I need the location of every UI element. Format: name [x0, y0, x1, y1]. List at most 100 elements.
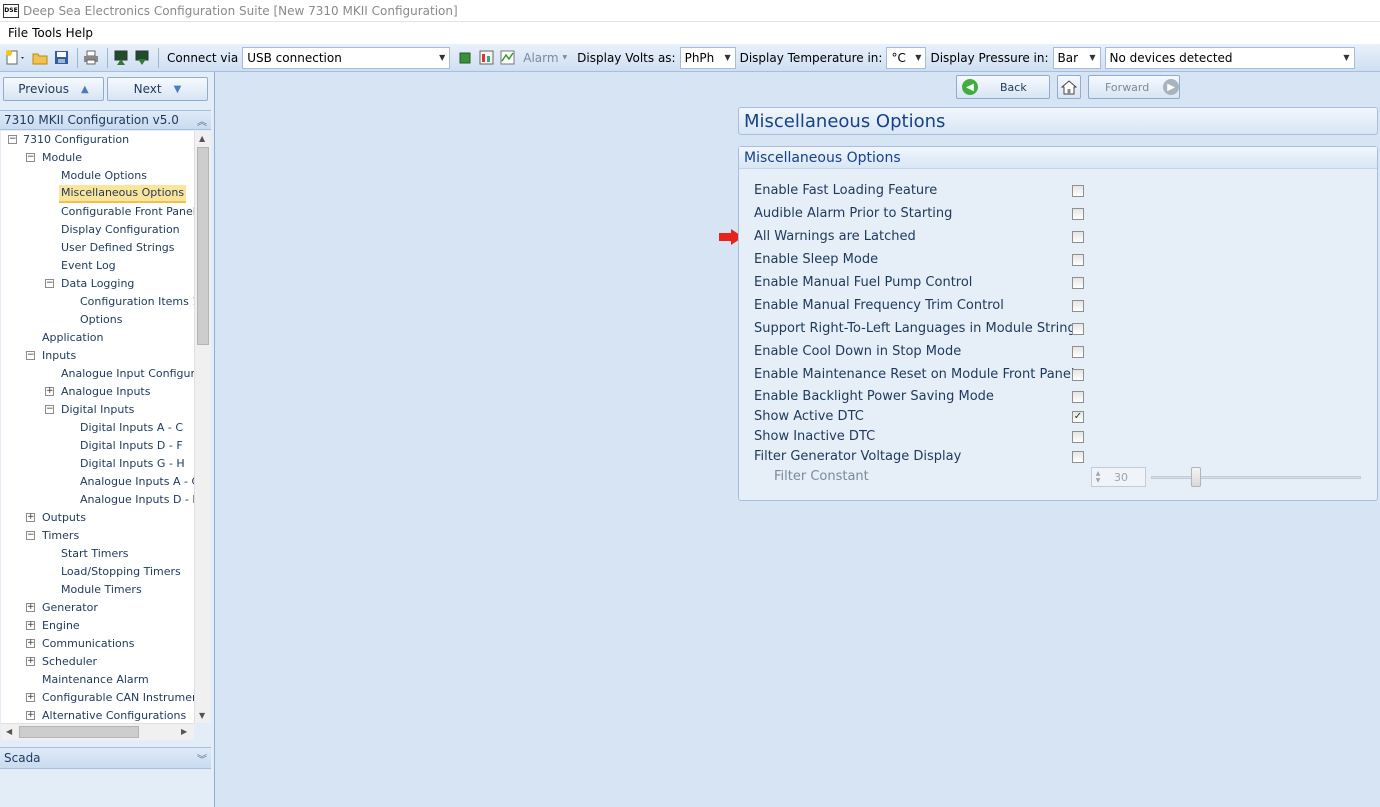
expand-plus-icon[interactable]: +	[26, 621, 35, 630]
expand-plus-icon[interactable]: +	[26, 603, 35, 612]
scada-header[interactable]: Scada ︾	[0, 747, 211, 769]
tree-item[interactable]: Digital Inputs G - H	[1, 455, 194, 473]
menu-file[interactable]: File	[8, 26, 28, 40]
scroll-thumb[interactable]	[197, 147, 209, 345]
tree-item[interactable]: Application	[1, 329, 194, 347]
slider-thumb[interactable]	[1191, 467, 1201, 487]
save-icon[interactable]	[52, 49, 70, 67]
forward-button[interactable]: Forward ▶	[1088, 75, 1180, 99]
tree-item[interactable]: Configurable Front Panel	[1, 203, 194, 221]
option-checkbox[interactable]	[1072, 300, 1084, 312]
scroll-right-icon[interactable]: ▶	[181, 727, 187, 736]
scroll-down-icon[interactable]: ▼	[199, 711, 205, 720]
tree-item[interactable]: + Scheduler	[1, 653, 194, 671]
tree-item[interactable]: −7310 Configuration	[1, 131, 194, 149]
tree-item[interactable]: − Timers	[1, 527, 194, 545]
tree-item[interactable]: Digital Inputs A - C	[1, 419, 194, 437]
expand-plus-icon[interactable]: +	[26, 657, 35, 666]
tree-item[interactable]: Module Options	[1, 167, 194, 185]
tree-item[interactable]: Analogue Inputs D - F	[1, 491, 194, 509]
collapse-minus-icon[interactable]: −	[26, 351, 35, 360]
expand-plus-icon[interactable]: +	[26, 711, 35, 720]
collapse-minus-icon[interactable]: −	[8, 135, 17, 144]
tree-item[interactable]: Display Configuration	[1, 221, 194, 239]
tree-item[interactable]: Event Log	[1, 257, 194, 275]
tree-item[interactable]: Configuration Items 1	[1, 293, 194, 311]
alarm-menu[interactable]: Alarm	[523, 51, 558, 65]
expand-plus-icon[interactable]: +	[45, 387, 54, 396]
tree-item-label: Inputs	[42, 349, 77, 362]
expand-plus-icon[interactable]: +	[26, 639, 35, 648]
tree-item[interactable]: − Inputs	[1, 347, 194, 365]
configuration-header[interactable]: 7310 MKII Configuration v5.0 ︽	[0, 110, 211, 130]
tree-item[interactable]: + Alternative Configurations	[1, 707, 194, 723]
tree-item[interactable]: Maintenance Alarm	[1, 671, 194, 689]
expand-plus-icon[interactable]: +	[26, 693, 35, 702]
tree-item[interactable]: − Module	[1, 149, 194, 167]
scope-icon[interactable]	[498, 49, 516, 67]
tree-item[interactable]: Analogue Inputs A - C	[1, 473, 194, 491]
tree-item[interactable]: Options	[1, 311, 194, 329]
option-checkbox[interactable]	[1072, 254, 1084, 266]
device-select[interactable]: No devices detected ▼	[1104, 46, 1355, 69]
option-checkbox[interactable]	[1072, 231, 1084, 243]
tree-item[interactable]: User Defined Strings	[1, 239, 194, 257]
spinner-arrows-icon[interactable]: ▲ ▼	[1092, 470, 1104, 484]
volts-select[interactable]: PhPh ▼	[679, 46, 736, 69]
tree-item[interactable]: + Engine	[1, 617, 194, 635]
connect-icon[interactable]	[456, 49, 474, 67]
option-checkbox[interactable]	[1072, 323, 1084, 335]
option-checkbox[interactable]	[1072, 431, 1084, 443]
tree-item[interactable]: Analogue Input Configura	[1, 365, 194, 383]
open-folder-icon[interactable]	[31, 49, 49, 67]
collapse-minus-icon[interactable]: −	[26, 153, 35, 162]
tree-item[interactable]: + Analogue Inputs	[1, 383, 194, 401]
tree-horizontal-scrollbar[interactable]: ◀ ▶	[1, 723, 194, 740]
option-checkbox[interactable]	[1072, 277, 1084, 289]
scroll-thumb[interactable]	[19, 726, 139, 738]
tree-item[interactable]: + Generator	[1, 599, 194, 617]
connection-select[interactable]: USB connection ▼	[242, 46, 451, 69]
scroll-left-icon[interactable]: ◀	[6, 727, 12, 736]
option-checkbox[interactable]	[1072, 369, 1084, 381]
collapse-minus-icon[interactable]: −	[45, 279, 54, 288]
tree-item[interactable]: Digital Inputs D - F	[1, 437, 194, 455]
menu-help[interactable]: Help	[66, 26, 93, 40]
pressure-select[interactable]: Bar ▼	[1052, 46, 1101, 69]
tree-item[interactable]: + Outputs	[1, 509, 194, 527]
read-from-module-icon[interactable]	[133, 49, 151, 67]
tree-item[interactable]: + Configurable CAN Instrument	[1, 689, 194, 707]
option-checkbox[interactable]: ✓	[1072, 411, 1084, 423]
filter-constant-spinner[interactable]: ▲ ▼ 30	[1091, 467, 1146, 487]
diagnostics-icon[interactable]	[477, 49, 495, 67]
tree-item[interactable]: Start Timers	[1, 545, 194, 563]
tree-item[interactable]: + Communications	[1, 635, 194, 653]
tree-item[interactable]: Miscellaneous Options	[1, 185, 194, 203]
temperature-select[interactable]: °C ▼	[886, 46, 927, 69]
tree-item[interactable]: Module Timers	[1, 581, 194, 599]
expand-plus-icon[interactable]: +	[26, 513, 35, 522]
scroll-up-icon[interactable]: ▲	[199, 134, 205, 143]
collapse-up-icon[interactable]: ︽	[197, 113, 207, 128]
expand-down-icon[interactable]: ︾	[197, 751, 207, 766]
new-file-icon[interactable]	[4, 49, 28, 67]
print-icon[interactable]	[82, 49, 100, 67]
next-button[interactable]: Next ▼	[107, 77, 208, 101]
write-to-module-icon[interactable]	[112, 49, 130, 67]
previous-button[interactable]: Previous ▲	[3, 77, 104, 101]
option-checkbox[interactable]	[1072, 391, 1084, 403]
tree-item[interactable]: − Data Logging	[1, 275, 194, 293]
option-checkbox[interactable]	[1072, 185, 1084, 197]
home-button[interactable]	[1057, 75, 1081, 99]
option-checkbox[interactable]	[1072, 208, 1084, 220]
collapse-minus-icon[interactable]: −	[26, 531, 35, 540]
tree-vertical-scrollbar[interactable]: ▲ ▼	[194, 131, 211, 723]
filter-constant-slider[interactable]	[1151, 476, 1361, 479]
menu-tools[interactable]: Tools	[32, 26, 62, 40]
collapse-minus-icon[interactable]: −	[45, 405, 54, 414]
option-checkbox[interactable]	[1072, 451, 1084, 463]
tree-item[interactable]: − Digital Inputs	[1, 401, 194, 419]
option-checkbox[interactable]	[1072, 346, 1084, 358]
back-button[interactable]: ◀ Back	[956, 75, 1050, 99]
tree-item[interactable]: Load/Stopping Timers	[1, 563, 194, 581]
